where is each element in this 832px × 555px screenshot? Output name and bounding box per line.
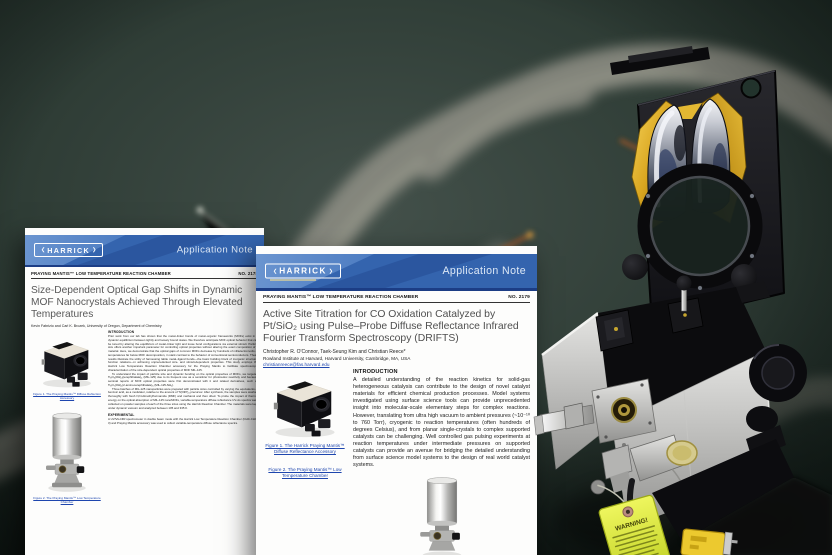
praying-mantis-device-photo: WARNING! <box>533 46 832 555</box>
affiliation-line: Rowland Institute at Harvard, Harvard Un… <box>263 355 411 361</box>
praying-mantis-figure-image <box>273 380 335 437</box>
logo-chevron-left-icon: ❮ <box>41 247 46 253</box>
praying-mantis-figure-image <box>41 341 91 388</box>
intro-heading: INTRODUCTION <box>353 368 398 375</box>
plunger-rod <box>681 286 687 312</box>
lid-hole <box>740 77 762 99</box>
application-note-badge: Application Note <box>442 265 526 277</box>
figure-column: Figure 1. The Harrick Praying Mantis™ Di… <box>263 369 347 555</box>
series-title: PRAYING MANTIS™ LOW TEMPERATURE REACTION… <box>263 295 419 300</box>
note-number: NO. 2179 <box>508 295 530 300</box>
body-text-column: INTRODUCTION A detailed understanding of… <box>353 369 530 555</box>
application-note-badge: Application Note <box>176 244 253 256</box>
intro-paragraph: Prior work from our lab has shown that t… <box>108 333 258 372</box>
harrick-logo-text: HARRICK <box>279 266 327 276</box>
divider <box>263 302 530 303</box>
divider <box>31 278 258 279</box>
series-title: PRAYING MANTIS™ LOW TEMPERATURE REACTION… <box>31 271 171 276</box>
plunger-knob <box>676 275 692 291</box>
page-title: Size-Dependent Optical Gap Shifts in Dyn… <box>31 285 243 320</box>
harrick-logo: ❮ HARRICK ❯ <box>34 243 104 257</box>
header-band: ❮ HARRICK ❯ Application Note <box>256 254 537 291</box>
email-link[interactable]: christianreece@fas.harvard.edu <box>263 362 330 367</box>
authors-line: Christopher R. O'Connor, Taek-Seung Kim … <box>263 348 406 355</box>
logo-chevron-right-icon: ❯ <box>328 268 333 274</box>
lid-knob-left <box>622 254 648 280</box>
figure-2-caption-link[interactable]: Figure 2. The Praying Mantis™ Low Temper… <box>263 467 347 479</box>
low-temp-chamber-figure-image <box>46 412 86 492</box>
figure-1-caption-link[interactable]: Figure 1. The Harrick Praying Mantis™ Di… <box>263 443 347 455</box>
experimental-paragraph: A UV/Vis-NIR spectrometer in double beam… <box>108 417 258 426</box>
series-row: PRAYING MANTIS™ LOW TEMPERATURE REACTION… <box>263 295 530 300</box>
authors-line: Kevin Fabrizio and Carl K. Brozek, Unive… <box>31 323 162 328</box>
figure-2-caption-link[interactable]: Figure 2. The Praying Mantis™ Low Temper… <box>31 496 103 504</box>
harrick-logo-text: HARRICK <box>47 245 91 255</box>
header-band: ❮ HARRICK ❯ Application Note <box>25 235 264 267</box>
promo-banner: ❮ HARRICK ❯ Application Note PRAYING MANTI… <box>0 0 832 555</box>
intro-paragraph: To understand the impact of particle siz… <box>108 371 258 387</box>
low-temp-chamber-figure-image <box>419 476 461 555</box>
logo-tagline-line <box>270 279 316 281</box>
page-title: Active Site Titration for CO Oxidation C… <box>263 309 519 345</box>
application-note-page-2: ❮ HARRICK ❯ Application Note PRAYING MANTI… <box>256 246 537 555</box>
logo-chevron-left-icon: ❮ <box>273 268 278 274</box>
series-row: PRAYING MANTIS™ LOW TEMPERATURE REACTION… <box>31 271 258 276</box>
application-note-page-1: ❮ HARRICK ❯ Application Note PRAYING MANTI… <box>25 228 264 555</box>
harrick-logo: ❮ HARRICK ❯ <box>265 263 341 279</box>
intro-paragraph: Three batches of MIL-125 nanoparticles w… <box>108 386 259 410</box>
figure-column: Figure 1. The Praying Mantis™ Diffuse Re… <box>31 330 103 505</box>
body-text-column: INTRODUCTION Prior work from our lab has… <box>108 330 258 505</box>
intro-paragraph: A detailed understanding of the reaction… <box>353 376 530 469</box>
logo-chevron-right-icon: ❯ <box>92 247 97 253</box>
figure-1-caption-link[interactable]: Figure 1. The Praying Mantis™ Diffuse Re… <box>31 392 103 400</box>
